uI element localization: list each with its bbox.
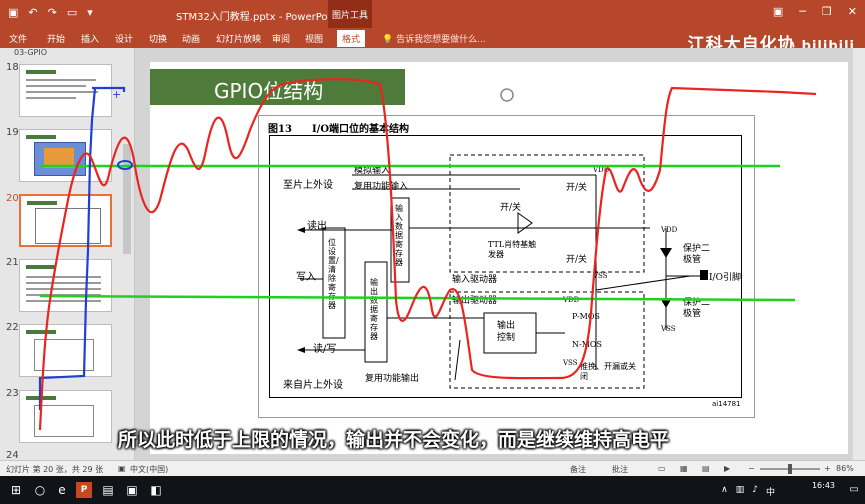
sorter-view-icon[interactable]: ▦ (680, 464, 688, 473)
app-icon-2[interactable]: ◧ (148, 482, 164, 498)
notification-icon[interactable]: ▭ (846, 482, 862, 498)
status-bar: 幻灯片 第 20 张，共 29 张 ▣ 中文(中国) 备注 批注 ▭ ▦ ▤ ▶… (0, 460, 865, 476)
video-subtitle: 所以此时低于上限的情况，输出并不会变化，而是继续维持高电平 (118, 429, 670, 451)
start-icon[interactable]: ⊞ (8, 482, 24, 498)
language-indicator[interactable]: 中文(中国) (130, 464, 168, 475)
zoom-out-button[interactable]: − (748, 464, 755, 473)
spellcheck-icon[interactable]: ▣ (118, 464, 126, 473)
slide-counter: 幻灯片 第 20 张，共 29 张 (6, 465, 104, 474)
reading-view-icon[interactable]: ▤ (702, 464, 710, 473)
windows-taskbar: ⊞ ○ e P ▤ ▣ ◧ ∧ ▥ ♪ 中 16:43 ▭ (0, 476, 865, 504)
notes-button[interactable]: 备注 (570, 464, 586, 475)
zoom-slider-thumb[interactable] (788, 464, 792, 474)
app-icon[interactable]: ▣ (124, 482, 140, 498)
system-tray: ∧ ▥ ♪ 中 (721, 485, 775, 498)
input-language[interactable]: 中 (766, 485, 775, 498)
svg-text:+: + (112, 88, 121, 101)
zoom-in-button[interactable]: + (824, 464, 831, 473)
explorer-icon[interactable]: ▤ (100, 482, 116, 498)
network-icon[interactable]: ▥ (736, 485, 745, 498)
screen: ▣ ↶ ↷ ▭ ▾ STM32入门教程.pptx - PowerPoint 图片… (0, 0, 865, 504)
chevron-up-icon[interactable]: ∧ (721, 485, 728, 498)
powerpoint-icon[interactable]: P (76, 482, 92, 498)
comments-button[interactable]: 批注 (612, 464, 628, 475)
clock[interactable]: 16:43 (812, 481, 835, 490)
task-view-icon[interactable]: ○ (32, 482, 48, 498)
edge-icon[interactable]: e (54, 482, 70, 498)
clock-time: 16:43 (811, 481, 835, 490)
slideshow-view-icon[interactable]: ▶ (724, 464, 730, 473)
normal-view-icon[interactable]: ▭ (658, 464, 666, 473)
zoom-level[interactable]: 86% (836, 464, 854, 473)
volume-icon[interactable]: ♪ (752, 485, 758, 498)
